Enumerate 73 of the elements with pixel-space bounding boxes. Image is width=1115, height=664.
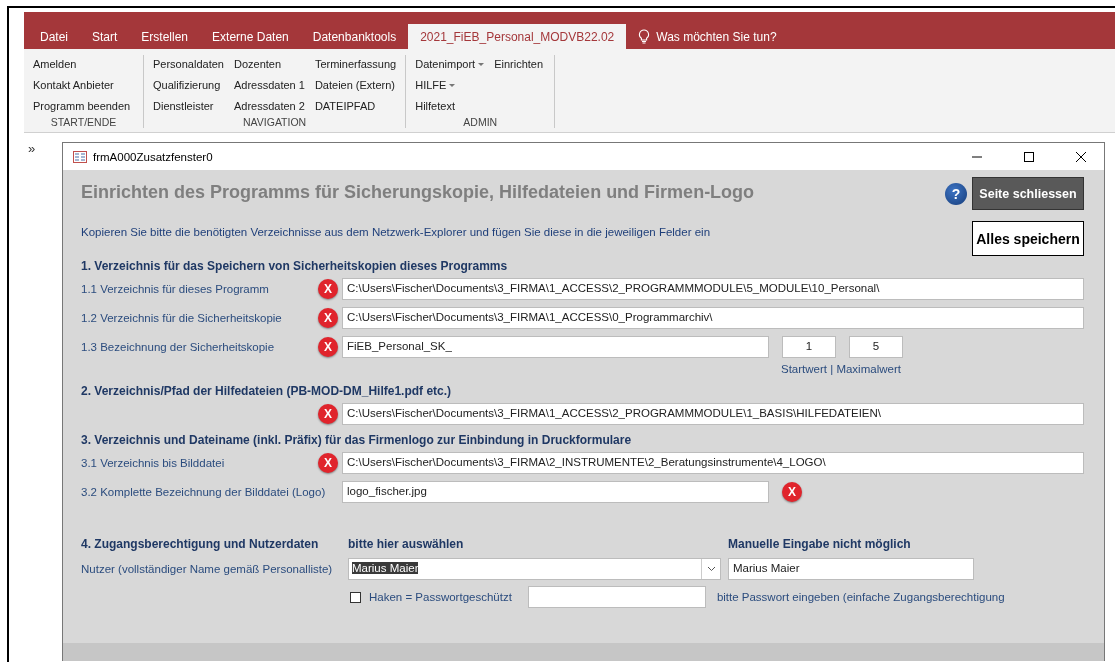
file-name-field[interactable]: logo_fischer.jpg bbox=[342, 480, 769, 503]
form-icon bbox=[73, 150, 87, 163]
ribbon-command[interactable]: Amelden bbox=[30, 55, 134, 74]
ribbon-tab[interactable]: Datenbanktools bbox=[300, 24, 409, 49]
max-value-field[interactable]: 5 bbox=[849, 335, 903, 358]
close-page-button[interactable]: Seite schliessen bbox=[972, 177, 1084, 210]
checkbox[interactable] bbox=[350, 591, 361, 603]
clear-button[interactable]: X bbox=[318, 452, 338, 473]
clear-button[interactable]: X bbox=[318, 307, 338, 328]
password-hint: bitte Passwort eingeben (einfache Zugangsberechtigung bbox=[716, 591, 1005, 603]
checkbox-label: Haken = Passwortgeschützt bbox=[369, 591, 512, 603]
save-all-button[interactable]: Alles speichern bbox=[972, 221, 1084, 256]
chevron-down-icon bbox=[706, 566, 716, 572]
ribbon-tab[interactable]: 2021_FiEB_Personal_MODVB22.02 bbox=[408, 24, 627, 49]
clear-button[interactable]: X bbox=[318, 278, 338, 299]
ribbon-command[interactable]: DATEIPFAD bbox=[311, 97, 400, 116]
clear-button[interactable]: X bbox=[782, 481, 802, 502]
path-field[interactable]: C:\Users\Fischer\Documents\3_FIRMA\1_ACCESS\0_Programmarchiv\ bbox=[342, 306, 1084, 329]
clear-button[interactable]: X bbox=[318, 403, 338, 424]
ribbon-tab[interactable]: Erstellen bbox=[129, 24, 201, 49]
field-label: 1.2 Verzeichnis für die Sicherheitskopie bbox=[81, 311, 283, 324]
ribbon-tab[interactable]: Datei bbox=[28, 24, 80, 49]
close-icon[interactable] bbox=[1075, 150, 1087, 163]
ribbon-dropdown[interactable]: HILFE bbox=[412, 76, 488, 95]
access-heading: 4. Zugangsberechtigung und Nutzerdaten bbox=[81, 536, 320, 552]
lightbulb-icon bbox=[638, 29, 651, 44]
tell-me-search[interactable]: Was möchten Sie tun? bbox=[656, 25, 777, 48]
ribbon-command[interactable]: Hilfetext bbox=[412, 97, 488, 116]
ribbon-group-label: START/ENDE bbox=[49, 116, 118, 129]
field-label: Nutzer (vollständiger Name gemäß Personalliste) bbox=[81, 563, 334, 575]
help-button[interactable]: ? bbox=[945, 182, 967, 205]
window-title: frmA000Zusatzfenster0 bbox=[93, 150, 214, 163]
ribbon-command[interactable]: Adressdaten 2 bbox=[230, 97, 308, 116]
clear-button[interactable]: X bbox=[318, 336, 338, 357]
form-heading: Einrichten des Programms für Sicherungskopie, Hilfedateien und Firmen-Logo bbox=[81, 181, 755, 204]
field-label: 3.2 Komplette Bezeichnung der Bilddatei (Logo) bbox=[81, 485, 327, 498]
path-field[interactable]: C:\Users\Fischer\Documents\3_FIRMA\1_ACCESS\2_PROGRAMMMODULE\1_BASIS\HILFEDATEIEN\ bbox=[342, 402, 1084, 425]
ribbon-command[interactable]: Dateien (Extern) bbox=[311, 76, 400, 95]
ribbon-command[interactable]: Adressdaten 1 bbox=[230, 76, 308, 95]
navigation-pane-toggle[interactable]: » bbox=[24, 141, 36, 156]
ribbon-command[interactable]: Personaldaten bbox=[150, 55, 227, 74]
ribbon-command[interactable]: Dozenten bbox=[230, 55, 308, 74]
field-label: 1.3 Bezeichnung der Sicherheitskopie bbox=[81, 340, 276, 353]
ribbon-command[interactable]: Terminerfassung bbox=[311, 55, 400, 74]
ribbon-group-label: ADMIN bbox=[462, 116, 499, 129]
password-field[interactable] bbox=[527, 586, 706, 608]
path-field[interactable]: C:\Users\Fischer\Documents\3_FIRMA\1_ACCESS\2_PROGRAMMMODULE\5_MODULE\10_Personal\ bbox=[342, 277, 1084, 300]
path-field[interactable]: C:\Users\Fischer\Documents\3_FIRMA\2_INSTRUMENTE\2_Beratungsinstrumente\4_LOGO\ bbox=[342, 451, 1084, 474]
ribbon-dropdown[interactable]: Datenimport bbox=[412, 55, 488, 74]
ribbon-command[interactable]: Einrichten bbox=[491, 55, 547, 74]
ribbon-command[interactable]: Dienstleister bbox=[150, 97, 227, 116]
ribbon-tab[interactable]: Externe Daten bbox=[200, 24, 301, 49]
user-name-field: Marius Maier bbox=[728, 558, 974, 580]
caret-icon bbox=[478, 63, 485, 66]
ribbon-command[interactable]: Qualifizierung bbox=[150, 76, 227, 95]
ribbon-tab[interactable]: Start bbox=[80, 24, 130, 49]
path-field[interactable]: FiEB_Personal_SK_ bbox=[342, 335, 769, 358]
counter-caption: Startwert | Maximalwert bbox=[781, 363, 902, 377]
instruction-text: Kopieren Sie bitte die benötigten Verzeichnisse aus dem Netzwerk-Explorer und fügen Sie diese in die jeweiligen Felder ein bbox=[81, 226, 712, 238]
user-dropdown[interactable]: Marius Maier bbox=[348, 558, 721, 580]
ribbon-command[interactable]: Programm beenden bbox=[30, 97, 134, 116]
column-heading: Manuelle Eingabe nicht möglich bbox=[728, 536, 912, 552]
field-label: 1.1 Verzeichnis für dieses Programm bbox=[81, 282, 270, 295]
column-heading: bitte hier auswählen bbox=[348, 536, 465, 552]
caret-icon bbox=[449, 84, 456, 87]
ribbon-group-label: NAVIGATION bbox=[242, 116, 308, 129]
section-heading: 2. Verzeichnis/Pfad der Hilfedateien (PB-MOD-DM_Hilfe1.pdf etc.) bbox=[81, 383, 453, 399]
start-value-field[interactable]: 1 bbox=[782, 335, 836, 358]
maximize-icon[interactable] bbox=[1023, 150, 1035, 163]
section-heading: 3. Verzeichnis und Dateiname (inkl. Präfix) für das Firmenlogo zur Einbindung in Druckformulare bbox=[81, 432, 633, 448]
section-heading: 1. Verzeichnis für das Speichern von Sicherheitskopien dieses Programms bbox=[81, 258, 509, 274]
ribbon-command[interactable]: Kontakt Anbieter bbox=[30, 76, 134, 95]
field-label: 3.1 Verzeichnis bis Bilddatei bbox=[81, 456, 226, 469]
